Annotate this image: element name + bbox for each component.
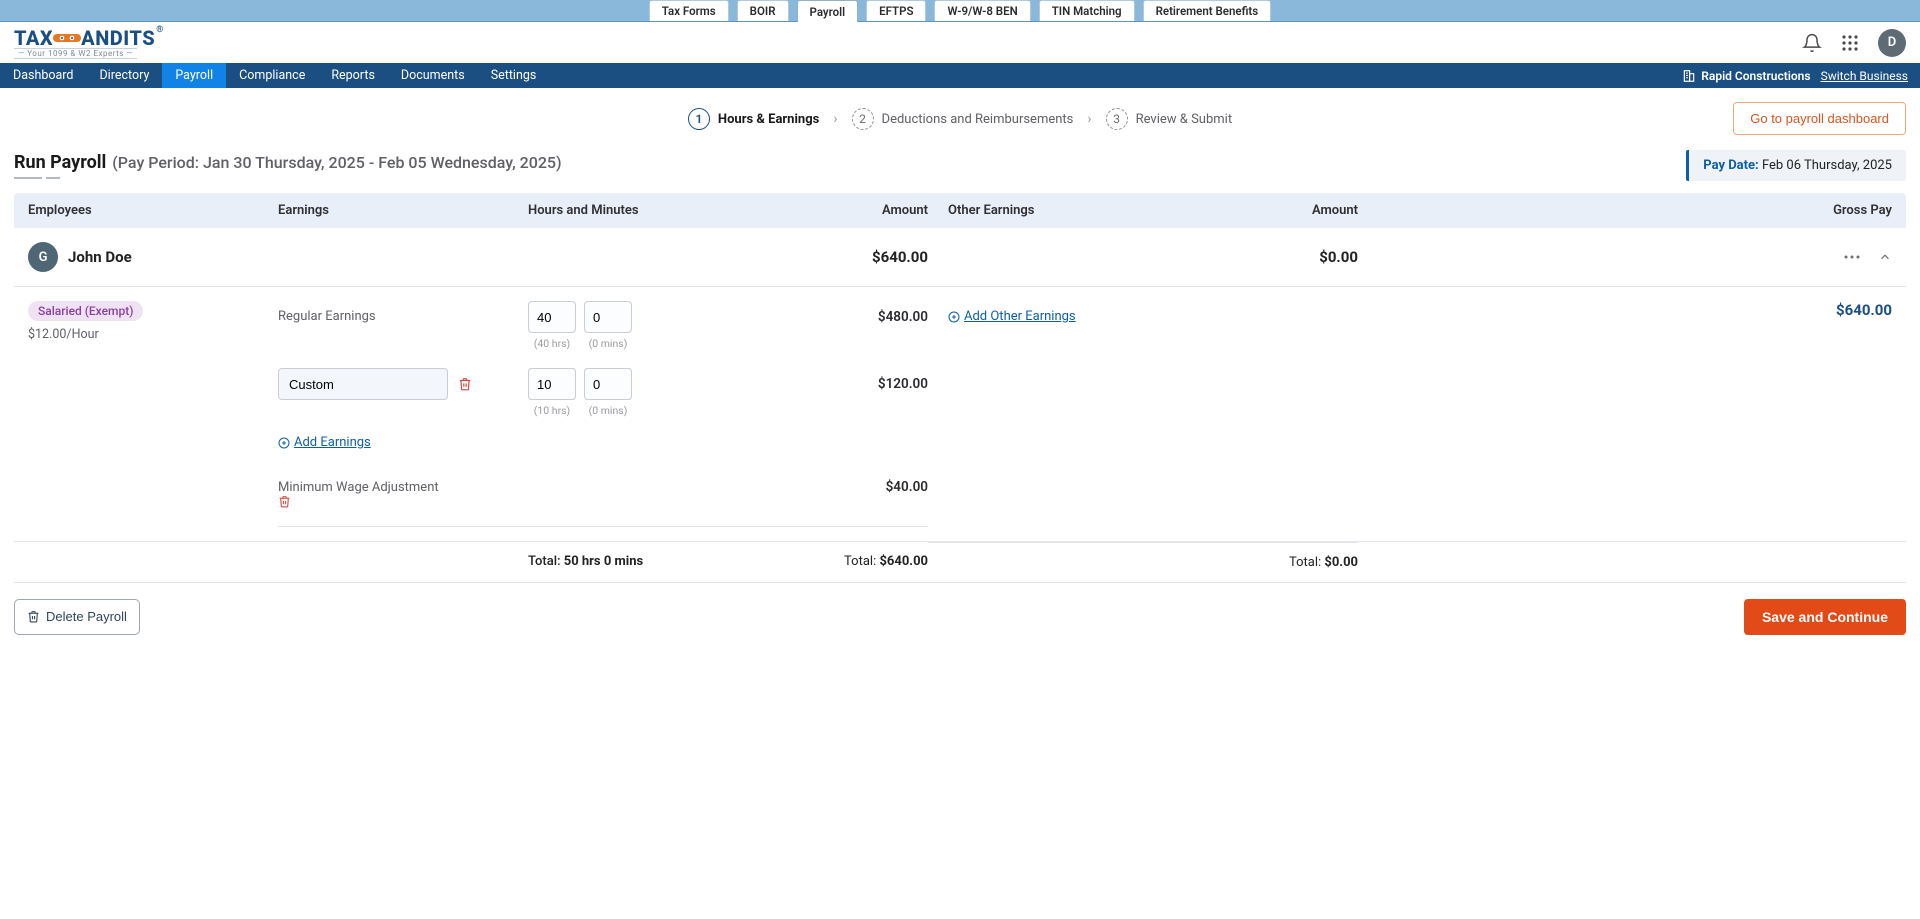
employee-rate: $12.00/Hour — [28, 327, 278, 342]
trash-icon — [27, 610, 40, 623]
regular-hours-hint: (40 hrs) — [528, 337, 576, 350]
page-actions: Delete Payroll Save and Continue — [0, 583, 1920, 651]
grid-header: Employees Earnings Hours and Minutes Amo… — [14, 193, 1906, 228]
employee-avatar: G — [28, 242, 58, 272]
go-to-dashboard-button[interactable]: Go to payroll dashboard — [1733, 102, 1906, 135]
total-other-amount: Total: $0.00 — [928, 542, 1358, 582]
regular-hours-input[interactable] — [528, 301, 576, 333]
th-employees: Employees — [28, 203, 278, 218]
plus-circle-icon — [278, 437, 290, 449]
th-hours: Hours and Minutes — [528, 203, 798, 218]
th-gross-pay: Gross Pay — [1358, 203, 1892, 218]
employee-amount: $640.00 — [798, 248, 928, 266]
top-tab-w9w8[interactable]: W-9/W-8 BEN — [934, 0, 1030, 21]
wizard-steps: 1Hours & Earnings › 2Deductions and Reim… — [0, 88, 1920, 150]
totals-row: Total: 50 hrs 0 mins Total: $640.00 Tota… — [14, 542, 1906, 583]
step-review-submit[interactable]: 3Review & Submit — [1106, 108, 1232, 130]
add-earnings-link[interactable]: Add Earnings — [278, 435, 371, 450]
pay-period-text: (Pay Period: Jan 30 Thursday, 2025 - Feb… — [112, 153, 561, 172]
notifications-icon[interactable] — [1802, 33, 1822, 53]
regular-mins-hint: (0 mins) — [584, 337, 632, 350]
delete-custom-earning-icon[interactable] — [458, 377, 472, 391]
nav-compliance[interactable]: Compliance — [226, 63, 318, 88]
page-title: Run Payroll (Pay Period: Jan 30 Thursday… — [14, 152, 562, 173]
main-nav: Dashboard Directory Payroll Compliance R… — [0, 63, 1920, 88]
th-other-amount: Amount — [1248, 203, 1358, 218]
step-deductions[interactable]: 2Deductions and Reimbursements — [852, 108, 1074, 130]
user-avatar[interactable]: D — [1878, 29, 1906, 57]
payroll-grid: Employees Earnings Hours and Minutes Amo… — [14, 193, 1906, 583]
building-icon — [1682, 69, 1696, 83]
collapse-icon[interactable] — [1878, 250, 1892, 264]
plus-circle-icon — [948, 311, 960, 323]
switch-business-link[interactable]: Switch Business — [1821, 69, 1908, 83]
total-time: Total: 50 hrs 0 mins — [528, 554, 798, 570]
mwa-amount: $40.00 — [798, 471, 928, 495]
product-tabs-bar: Tax Forms BOIR Payroll EFTPS W-9/W-8 BEN… — [0, 0, 1920, 22]
more-actions-icon[interactable] — [1844, 255, 1860, 259]
delete-payroll-button[interactable]: Delete Payroll — [14, 599, 140, 635]
bandit-mask-icon — [53, 30, 81, 46]
employee-other-amount: $0.00 — [1248, 248, 1358, 266]
top-tab-tax-forms[interactable]: Tax Forms — [649, 0, 729, 21]
top-tab-retirement[interactable]: Retirement Benefits — [1143, 0, 1272, 21]
add-other-earnings-link[interactable]: Add Other Earnings — [948, 309, 1076, 324]
custom-hours-hint: (10 hrs) — [528, 404, 576, 417]
nav-payroll[interactable]: Payroll — [162, 63, 226, 88]
th-other-earnings: Other Earnings — [928, 203, 1248, 218]
app-header: TAX ANDITS® — Your 1099 & W2 Experts — D — [0, 22, 1920, 63]
chevron-right-icon: › — [833, 111, 837, 127]
current-business: Rapid Constructions — [1682, 69, 1810, 83]
custom-mins-hint: (0 mins) — [584, 404, 632, 417]
nav-reports[interactable]: Reports — [318, 63, 388, 88]
delete-mwa-icon[interactable] — [278, 495, 528, 508]
classification-badge: Salaried (Exempt) — [28, 301, 143, 321]
nav-directory[interactable]: Directory — [86, 63, 162, 88]
chevron-right-icon: › — [1087, 111, 1091, 127]
custom-mins-input[interactable] — [584, 368, 632, 400]
pay-date-box: Pay Date: Feb 06 Thursday, 2025 — [1686, 150, 1906, 181]
top-tab-eftps[interactable]: EFTPS — [866, 0, 926, 21]
apps-grid-icon[interactable] — [1840, 33, 1860, 53]
top-tab-boir[interactable]: BOIR — [737, 0, 789, 21]
total-amount: Total: $640.00 — [798, 554, 928, 570]
custom-earning-input[interactable] — [278, 368, 448, 400]
logo[interactable]: TAX ANDITS® — Your 1099 & W2 Experts — — [14, 26, 163, 59]
title-accent — [14, 177, 562, 179]
top-tab-payroll[interactable]: Payroll — [797, 0, 859, 22]
step-hours-earnings[interactable]: 1Hours & Earnings — [688, 108, 819, 130]
mwa-label: Minimum Wage Adjustment — [278, 480, 439, 495]
custom-hours-input[interactable] — [528, 368, 576, 400]
custom-amount: $120.00 — [798, 368, 928, 392]
regular-earnings-label: Regular Earnings — [278, 301, 528, 324]
employee-detail: Salaried (Exempt) $12.00/Hour Regular Ea… — [14, 287, 1906, 542]
top-tab-tin[interactable]: TIN Matching — [1039, 0, 1135, 21]
nav-dashboard[interactable]: Dashboard — [0, 63, 86, 88]
nav-settings[interactable]: Settings — [478, 63, 550, 88]
employee-name: John Doe — [68, 248, 132, 266]
regular-mins-input[interactable] — [584, 301, 632, 333]
th-amount: Amount — [798, 203, 928, 218]
save-continue-button[interactable]: Save and Continue — [1744, 599, 1906, 635]
employee-row: G John Doe $640.00 $0.00 — [14, 228, 1906, 287]
th-earnings: Earnings — [278, 203, 528, 218]
employee-gross-pay: $640.00 — [1358, 301, 1892, 319]
regular-amount: $480.00 — [798, 301, 928, 325]
nav-documents[interactable]: Documents — [388, 63, 478, 88]
